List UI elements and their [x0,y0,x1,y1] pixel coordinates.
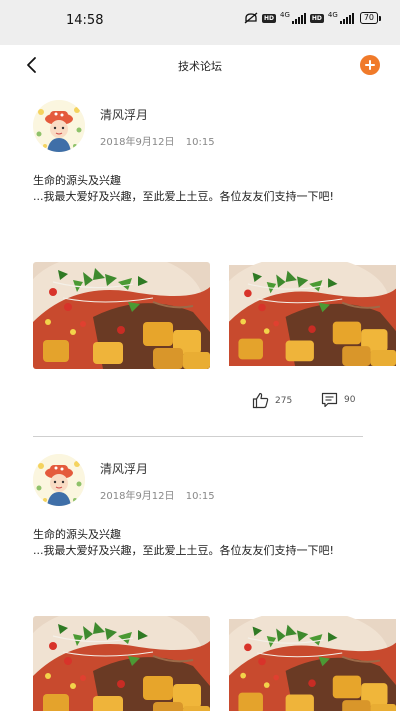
battery-icon: 70 [359,12,382,24]
nav-bar: 技术论坛 [0,45,400,87]
post-time: 10:15 [185,137,215,148]
post-timestamp: 2018年9月12日 10:15 [100,133,223,148]
post-actions: 275 90 [0,392,400,412]
post-body[interactable]: ...我最大爱好及兴趣，至此爱上土豆。各位友友们支持一下吧! [33,188,334,204]
like-count: 275 [275,395,293,406]
comment-count: 90 [344,395,356,405]
post-date: 2018年9月12日 [100,491,175,502]
add-post-button[interactable] [360,55,380,75]
signal-icon-2 [339,12,354,24]
comment-icon [321,392,338,408]
status-icons: HD 4G HD 4G 70 [244,11,382,24]
network-type-2: 4G [327,11,338,19]
thumbs-up-icon [252,392,269,409]
avatar[interactable] [33,454,85,506]
page-title: 技术论坛 [178,60,222,73]
post-date: 2018年9月12日 [100,137,175,148]
post-body[interactable]: ...我最大爱好及兴趣，至此爱上土豆。各位友友们支持一下吧! [33,542,334,558]
comment-button[interactable]: 90 [321,392,355,408]
author-name[interactable]: 清风浮月 [100,460,148,477]
post-image[interactable] [229,616,396,711]
signal-icon [291,12,306,24]
post-image[interactable] [33,616,210,711]
network-type-1: 4G [280,11,290,19]
post-image[interactable] [229,262,396,369]
avatar[interactable] [33,100,85,152]
post-time: 10:15 [185,491,215,502]
status-time: 14:58 [66,13,104,28]
divider [33,436,363,437]
hd-badge: HD [262,13,277,23]
mute-icon [244,12,258,24]
post-title[interactable]: 生命的源头及兴趣 [33,172,121,188]
author-name[interactable]: 清风浮月 [100,106,148,123]
post-title[interactable]: 生命的源头及兴趣 [33,526,121,542]
status-bar: 14:58 HD 4G HD 4G 70 [0,0,400,45]
post-timestamp: 2018年9月12日 10:15 [100,487,223,502]
hd-badge-2: HD [309,13,324,23]
post-image[interactable] [33,262,210,369]
like-button[interactable]: 275 [252,392,292,409]
